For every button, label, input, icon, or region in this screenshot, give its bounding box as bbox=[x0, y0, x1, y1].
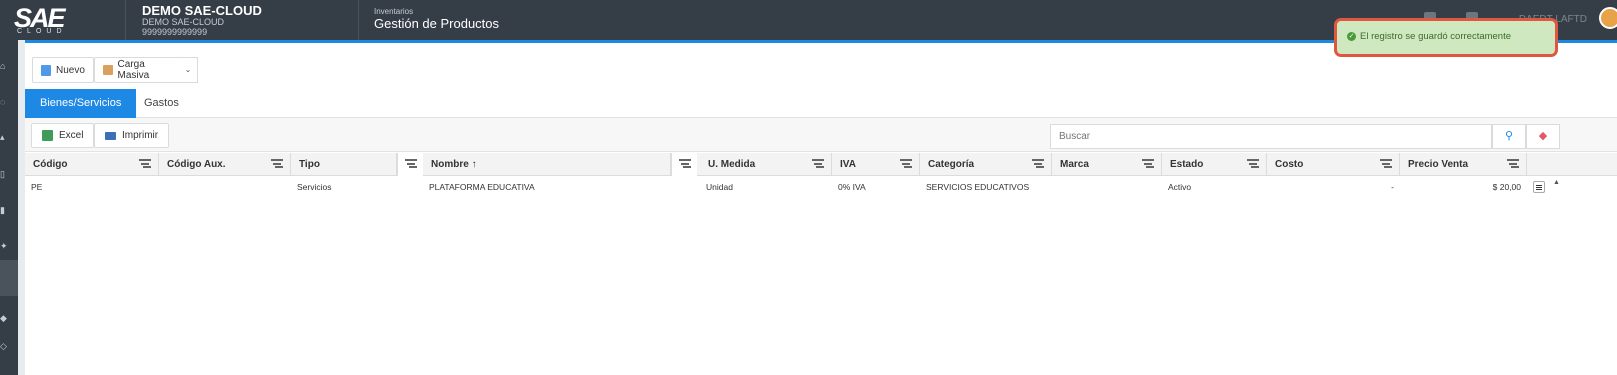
main-content: Nuevo Carga Masiva ⌄ Bienes/Servicios Ga… bbox=[25, 40, 1617, 375]
excel-icon bbox=[42, 130, 53, 141]
cell-precio-venta: $ 20,00 bbox=[1492, 182, 1521, 192]
filter-icon[interactable] bbox=[271, 159, 283, 168]
tools-icon[interactable]: ◆ bbox=[0, 314, 8, 323]
cell-iva: 0% IVA bbox=[838, 182, 866, 192]
refresh-icon[interactable]: ◌ bbox=[0, 98, 8, 107]
column-header-precio-venta[interactable]: Precio Venta bbox=[1400, 153, 1527, 176]
toast-message: El registro se guardó correctamente bbox=[1360, 31, 1512, 42]
row-menu-icon[interactable] bbox=[1533, 181, 1545, 193]
document-icon[interactable]: ▯ bbox=[0, 170, 8, 179]
app-logo[interactable]: SAE CLOUD bbox=[14, 3, 84, 37]
table-header: Código Código Aux. Tipo Nombre ↑ U. Medi… bbox=[25, 153, 1617, 176]
filter-icon[interactable] bbox=[1032, 159, 1044, 168]
column-header-marca[interactable]: Marca bbox=[1052, 153, 1162, 176]
new-button-label: Nuevo bbox=[56, 64, 85, 76]
table-row[interactable]: PE Servicios PLATAFORMA EDUCATIVA Unidad… bbox=[25, 176, 1617, 198]
filter-icon[interactable] bbox=[812, 159, 824, 168]
filter-button[interactable] bbox=[671, 153, 697, 176]
company-name: DEMO SAE-CLOUD bbox=[142, 3, 262, 18]
cell-categoria: SERVICIOS EDUCATIVOS bbox=[926, 182, 1030, 192]
tab-bar: Bienes/Servicios Gastos bbox=[25, 89, 1617, 118]
cell-tipo: Servicios bbox=[297, 182, 332, 192]
company-info[interactable]: DEMO SAE-CLOUD DEMO SAE-CLOUD 9999999999… bbox=[142, 4, 262, 37]
column-header-nombre[interactable]: Nombre ↑ bbox=[423, 153, 671, 176]
tab-bienes-servicios[interactable]: Bienes/Servicios bbox=[25, 89, 137, 118]
cell-nombre: PLATAFORMA EDUCATIVA bbox=[429, 182, 535, 192]
page-title: Gestión de Productos bbox=[374, 16, 500, 31]
filter-icon[interactable] bbox=[1380, 159, 1392, 168]
calendar-icon[interactable]: ▮ bbox=[0, 206, 8, 215]
filter-icon[interactable] bbox=[139, 159, 151, 168]
filter-icon[interactable] bbox=[1507, 159, 1519, 168]
chevron-down-icon[interactable]: ⌄ bbox=[179, 57, 198, 83]
cell-costo: - bbox=[1391, 182, 1394, 192]
grid-toolbar: Excel Imprimir ⚲ ◆ bbox=[25, 118, 1617, 152]
new-file-icon bbox=[41, 64, 51, 76]
tab-gastos[interactable]: Gastos bbox=[129, 89, 194, 118]
column-header-u-medida[interactable]: U. Medida bbox=[700, 153, 832, 176]
bulk-upload-icon bbox=[103, 65, 113, 75]
cell-estado: Activo bbox=[1168, 182, 1192, 192]
logo-subtext: CLOUD bbox=[17, 28, 67, 35]
company-subname: DEMO SAE-CLOUD bbox=[142, 17, 225, 27]
print-button[interactable]: Imprimir bbox=[94, 123, 170, 148]
module-category: Inventarios bbox=[374, 7, 414, 16]
printer-icon bbox=[105, 131, 116, 140]
filter-icon bbox=[679, 159, 691, 168]
avatar[interactable] bbox=[1599, 7, 1617, 29]
bulk-upload-label: Carga Masiva bbox=[117, 59, 150, 81]
search-input[interactable] bbox=[1050, 124, 1492, 149]
inventory-icon[interactable] bbox=[0, 260, 18, 296]
filter-icon[interactable] bbox=[900, 159, 912, 168]
people-icon[interactable]: ▴ bbox=[0, 133, 8, 142]
column-header-iva[interactable]: IVA bbox=[832, 153, 920, 176]
column-header-codigo[interactable]: Código bbox=[25, 153, 159, 176]
filter-icon[interactable] bbox=[1247, 159, 1259, 168]
eraser-icon[interactable]: ◆ bbox=[1526, 124, 1560, 149]
module-header: Inventarios Gestión de Productos bbox=[374, 7, 500, 31]
column-header-tipo[interactable]: Tipo bbox=[291, 153, 397, 176]
excel-button[interactable]: Excel bbox=[31, 123, 95, 148]
scroll-up-arrow[interactable]: ▲ bbox=[1553, 179, 1560, 186]
search-icon[interactable]: ⚲ bbox=[1492, 124, 1526, 149]
cell-codigo: PE bbox=[31, 182, 43, 192]
company-id: 9999999999999 bbox=[142, 27, 208, 37]
bulk-upload-button[interactable]: Carga Masiva bbox=[94, 57, 180, 83]
print-label: Imprimir bbox=[122, 130, 159, 141]
new-button[interactable]: Nuevo bbox=[32, 57, 94, 83]
divider bbox=[358, 0, 359, 40]
reports-icon[interactable]: ◇ bbox=[0, 342, 8, 351]
settings-icon[interactable]: ✦ bbox=[0, 242, 8, 251]
filter-icon bbox=[405, 159, 417, 168]
filter-icon[interactable] bbox=[1142, 159, 1154, 168]
check-circle-icon: ✓ bbox=[1347, 31, 1356, 41]
cell-marca bbox=[1052, 176, 1162, 198]
success-toast[interactable]: ✓ El registro se guardó correctamente bbox=[1334, 18, 1558, 57]
cell-codigo-aux bbox=[159, 176, 291, 198]
sidebar: ⌂ ◌ ▴ ▯ ▮ ✦ ◆ ◇ bbox=[0, 40, 18, 375]
cell-u-medida: Unidad bbox=[706, 182, 733, 192]
column-header-codigo-aux[interactable]: Código Aux. bbox=[159, 153, 291, 176]
filter-button[interactable] bbox=[397, 153, 423, 176]
sort-asc-icon: ↑ bbox=[471, 159, 477, 170]
home-icon[interactable]: ⌂ bbox=[0, 62, 8, 71]
column-header-costo[interactable]: Costo bbox=[1267, 153, 1400, 176]
column-header-categoria[interactable]: Categoría bbox=[920, 153, 1052, 176]
excel-label: Excel bbox=[59, 130, 84, 141]
divider bbox=[125, 0, 126, 40]
column-header-estado[interactable]: Estado bbox=[1162, 153, 1267, 176]
